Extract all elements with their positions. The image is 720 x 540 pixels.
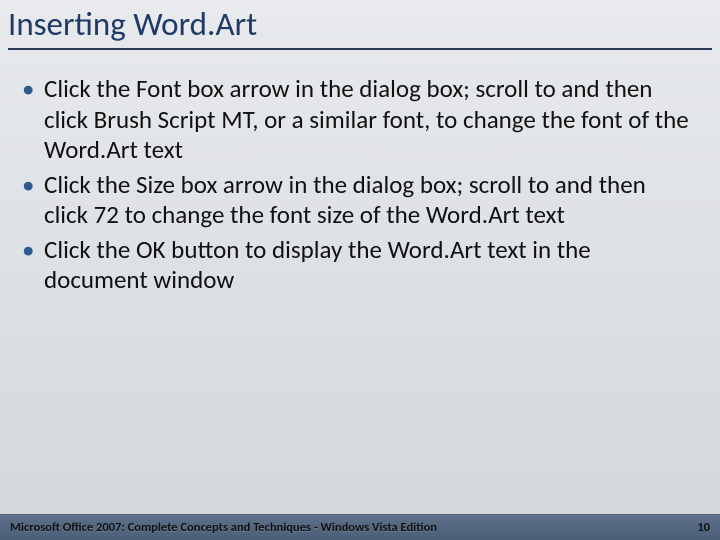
slide: Inserting Word.Art Click the Font box ar… bbox=[0, 0, 720, 540]
slide-title: Inserting Word.Art bbox=[8, 6, 712, 42]
title-rule bbox=[8, 48, 712, 50]
footer-bar: Microsoft Office 2007: Complete Concepts… bbox=[0, 514, 720, 540]
title-block: Inserting Word.Art bbox=[0, 0, 720, 52]
page-number: 10 bbox=[697, 520, 710, 535]
bullet-item: Click the OK button to display the Word.… bbox=[16, 235, 694, 296]
footer-text: Microsoft Office 2007: Complete Concepts… bbox=[10, 520, 437, 535]
bullet-item: Click the Size box arrow in the dialog b… bbox=[16, 170, 694, 231]
slide-body: Click the Font box arrow in the dialog b… bbox=[0, 52, 720, 296]
bullet-list: Click the Font box arrow in the dialog b… bbox=[16, 74, 694, 296]
bullet-item: Click the Font box arrow in the dialog b… bbox=[16, 74, 694, 166]
